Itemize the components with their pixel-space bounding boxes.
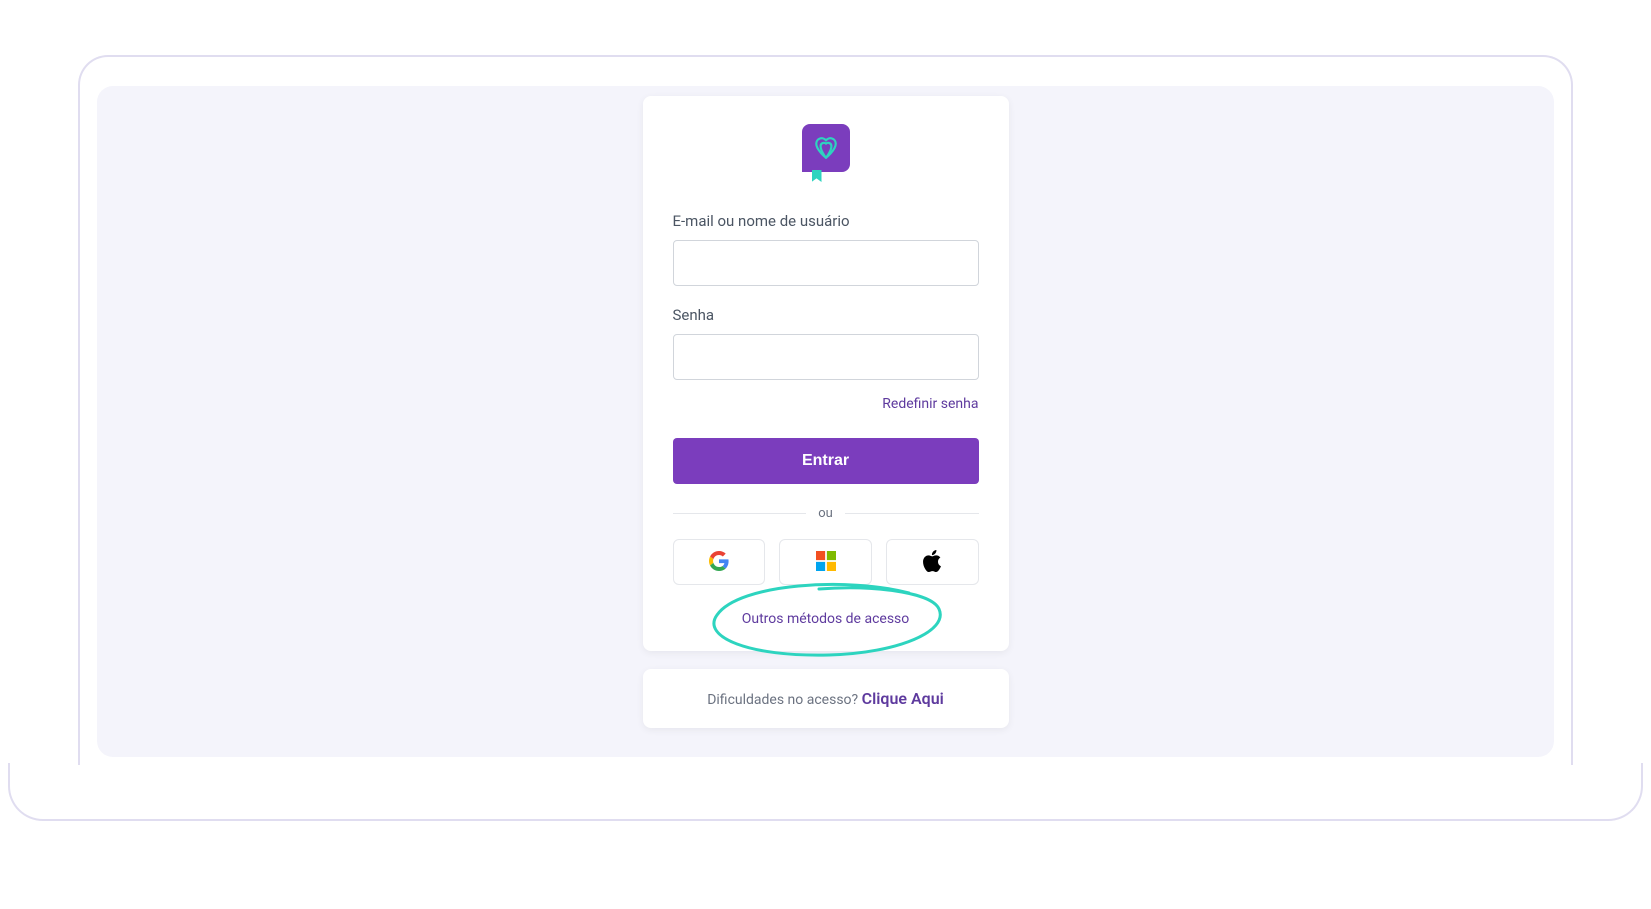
password-input[interactable] <box>673 334 979 380</box>
help-link[interactable]: Clique Aqui <box>862 689 944 708</box>
password-label: Senha <box>673 306 979 324</box>
divider-line <box>673 513 807 514</box>
screen-content: E-mail ou nome de usuário Senha Redefini… <box>97 86 1554 757</box>
logo-bookmark-icon <box>812 170 822 182</box>
apple-login-button[interactable] <box>886 539 979 585</box>
divider: ou <box>673 506 979 521</box>
other-methods-link[interactable]: Outros métodos de acesso <box>673 611 979 627</box>
reset-password-link[interactable]: Redefinir senha <box>673 396 979 412</box>
divider-line <box>845 513 979 514</box>
app-logo-icon <box>802 124 850 172</box>
username-input[interactable] <box>673 240 979 286</box>
logo-container <box>673 124 979 172</box>
submit-button[interactable]: Entrar <box>673 438 979 484</box>
laptop-base <box>8 763 1643 821</box>
social-login-row <box>673 539 979 585</box>
apple-icon <box>922 550 942 575</box>
login-card: E-mail ou nome de usuário Senha Redefini… <box>643 96 1009 651</box>
microsoft-login-button[interactable] <box>779 539 872 585</box>
google-icon <box>709 551 729 574</box>
help-bar: Dificuldades no acesso? Clique Aqui <box>643 669 1009 728</box>
help-text: Dificuldades no acesso? <box>707 692 861 708</box>
microsoft-icon <box>816 551 836 574</box>
google-login-button[interactable] <box>673 539 766 585</box>
username-label: E-mail ou nome de usuário <box>673 212 979 230</box>
divider-text: ou <box>818 506 833 521</box>
